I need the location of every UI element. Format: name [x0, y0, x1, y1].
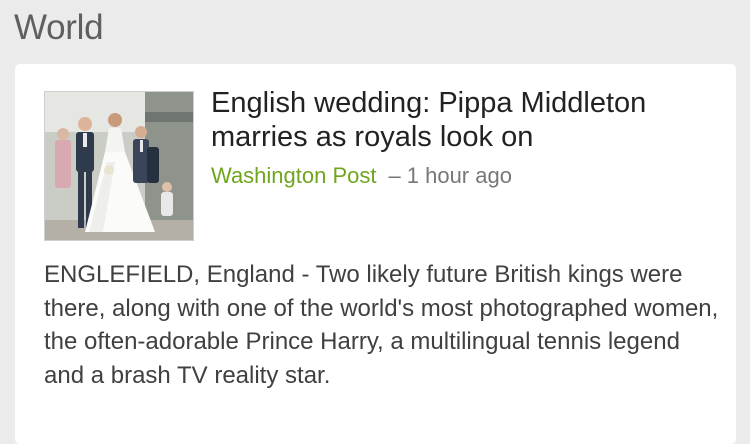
article-time: 1 hour ago	[406, 163, 512, 188]
article-headline[interactable]: English wedding: Pippa Middleton marries…	[211, 86, 721, 154]
article-thumbnail[interactable]	[44, 91, 194, 241]
meta-separator: –	[388, 163, 401, 188]
news-card[interactable]: English wedding: Pippa Middleton marries…	[15, 64, 736, 444]
article-meta: Washington Post –1 hour ago	[211, 161, 512, 191]
section-title: World	[14, 8, 104, 47]
source-link[interactable]: Washington Post	[211, 163, 377, 188]
wedding-photo-icon	[45, 92, 193, 240]
article-snippet: ENGLEFIELD, England - Two likely future …	[44, 261, 719, 389]
